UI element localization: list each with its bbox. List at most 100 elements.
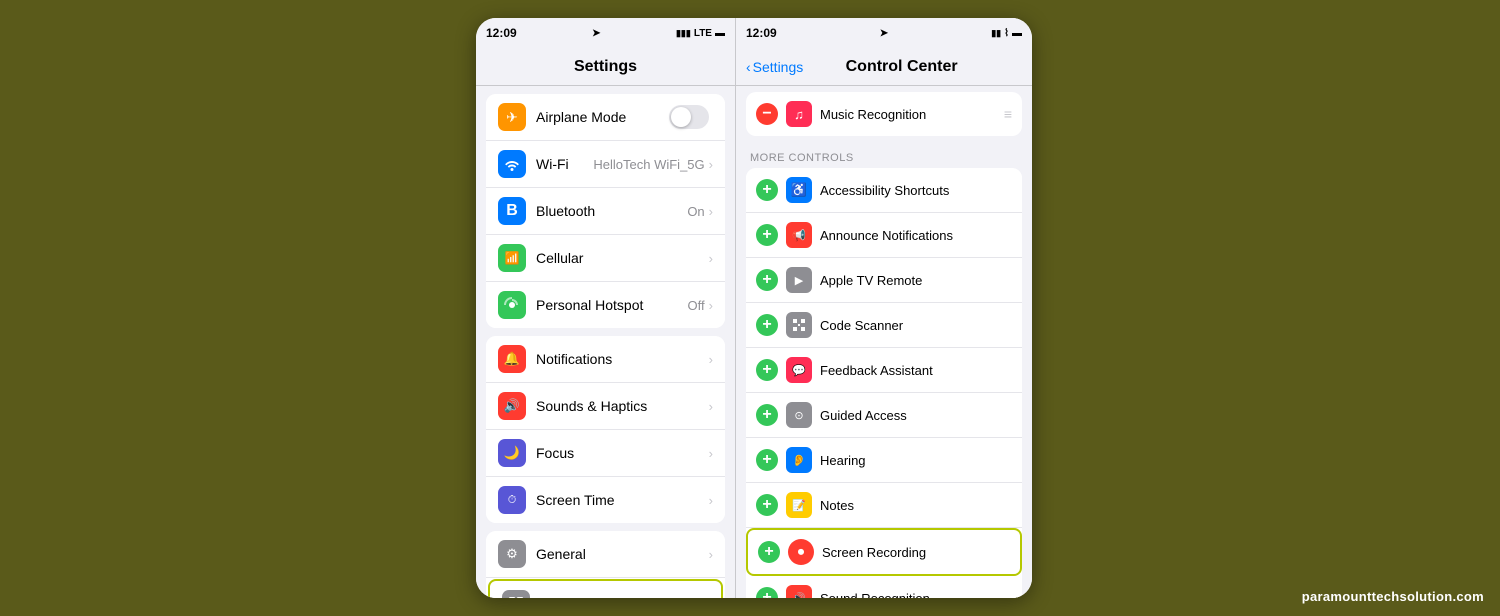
focus-item[interactable]: 🌙 Focus › [486, 430, 725, 477]
time-left: 12:09 [486, 26, 517, 40]
cellular-item[interactable]: 📶 Cellular › [486, 235, 725, 282]
screenrecording-add-btn[interactable]: + [758, 541, 780, 563]
included-section: − ♫ Music Recognition ≡ [746, 92, 1022, 136]
general-icon: ⚙ [498, 540, 526, 568]
codescanner-label: Code Scanner [820, 318, 1012, 333]
more-controls-header: MORE CONTROLS [746, 144, 1022, 168]
general-chevron: › [709, 547, 713, 562]
cellular-label: Cellular [536, 250, 709, 266]
focus-icon: 🌙 [498, 439, 526, 467]
time-right: 12:09 [746, 26, 777, 40]
screentime-item[interactable]: ⏱ Screen Time › [486, 477, 725, 523]
notifications-item[interactable]: 🔔 Notifications › [486, 336, 725, 383]
controlcenter-icon [502, 590, 530, 598]
hotspot-chevron: › [709, 298, 713, 313]
general-section: ⚙ General › Control Center [486, 531, 725, 598]
music-drag-handle[interactable]: ≡ [1004, 106, 1012, 122]
signal-icon: ▮▮▮ [676, 28, 691, 39]
codescanner-add-btn[interactable]: + [756, 314, 778, 336]
controlcenter-item[interactable]: Control Center › [488, 579, 723, 598]
airplane-mode-item[interactable]: ✈ Airplane Mode [486, 94, 725, 141]
music-label: Music Recognition [820, 107, 1004, 122]
screentime-chevron: › [709, 493, 713, 508]
sounds-icon: 🔊 [498, 392, 526, 420]
back-label: Settings [753, 59, 804, 75]
status-bar-left: 12:09 ➤ ▮▮▮ LTE ▬ [476, 18, 735, 48]
watermark: paramounttechsolution.com [1302, 589, 1484, 604]
accessibility-shortcuts-label: Accessibility Shortcuts [820, 183, 1012, 198]
music-remove-btn[interactable]: − [756, 103, 778, 125]
feedback-icon: 💬 [786, 357, 812, 383]
location-icon-right: ➤ [880, 28, 888, 39]
announce-item[interactable]: + 📢 Announce Notifications [746, 213, 1022, 258]
wifi-chevron: › [709, 157, 713, 172]
notes-add-btn[interactable]: + [756, 494, 778, 516]
sounds-chevron: › [709, 399, 713, 414]
airplane-icon: ✈ [498, 103, 526, 131]
airplane-toggle[interactable] [669, 105, 709, 129]
settings-list: ✈ Airplane Mode Wi-Fi HelloTech WiFi_5G … [476, 86, 735, 598]
focus-label: Focus [536, 445, 709, 461]
cellular-chevron: › [709, 251, 713, 266]
more-controls-section: + ♿ Accessibility Shortcuts + 📢 Announce… [746, 168, 1022, 598]
guided-label: Guided Access [820, 408, 1012, 423]
back-button[interactable]: ‹ Settings [746, 59, 803, 75]
location-icon: ➤ [592, 28, 600, 39]
notes-item[interactable]: + 📝 Notes [746, 483, 1022, 528]
bluetooth-item[interactable]: B Bluetooth On › [486, 188, 725, 235]
hearing-label: Hearing [820, 453, 1012, 468]
general-label: General [536, 546, 709, 562]
music-icon: ♫ [786, 101, 812, 127]
codescanner-icon [786, 312, 812, 338]
codescanner-item[interactable]: + Code Scanner [746, 303, 1022, 348]
accessibility-shortcuts-item[interactable]: + ♿ Accessibility Shortcuts [746, 168, 1022, 213]
battery-icon-right: ▬ [1012, 28, 1022, 39]
guided-icon: ⊙ [786, 402, 812, 428]
hearing-add-btn[interactable]: + [756, 449, 778, 471]
appletv-label: Apple TV Remote [820, 273, 1012, 288]
notifications-chevron: › [709, 352, 713, 367]
notifications-section: 🔔 Notifications › 🔊 Sounds & Haptics › 🌙… [486, 336, 725, 523]
feedback-label: Feedback Assistant [820, 363, 1012, 378]
signal-icon-right: ▮▮ [991, 28, 1001, 39]
focus-chevron: › [709, 446, 713, 461]
guided-item[interactable]: + ⊙ Guided Access [746, 393, 1022, 438]
screentime-icon: ⏱ [498, 486, 526, 514]
settings-title: Settings [574, 58, 637, 76]
bluetooth-chevron: › [709, 204, 713, 219]
soundrecognition-add-btn[interactable]: + [756, 587, 778, 598]
wifi-label: Wi-Fi [536, 156, 593, 172]
battery-icon: ▬ [715, 28, 725, 39]
announce-add-btn[interactable]: + [756, 224, 778, 246]
screenrecording-item[interactable]: + ⏺ Screen Recording [746, 528, 1022, 576]
soundrecognition-label: Sound Recognition [820, 591, 1012, 599]
bluetooth-icon: B [498, 197, 526, 225]
network-type: LTE [694, 28, 712, 39]
hotspot-value: Off [688, 298, 705, 313]
accessibility-add-btn[interactable]: + [756, 179, 778, 201]
music-recognition-item[interactable]: − ♫ Music Recognition ≡ [746, 92, 1022, 136]
status-icons-right: ▮▮ ⌇ ▬ [991, 28, 1022, 39]
general-item[interactable]: ⚙ General › [486, 531, 725, 578]
control-center-title: Control Center [811, 58, 992, 76]
screentime-label: Screen Time [536, 492, 709, 508]
status-icons-left: ▮▮▮ LTE ▬ [676, 28, 725, 39]
hotspot-item[interactable]: Personal Hotspot Off › [486, 282, 725, 328]
guided-add-btn[interactable]: + [756, 404, 778, 426]
soundrecognition-icon: 🔊 [786, 585, 812, 598]
status-bar-right: 12:09 ➤ ▮▮ ⌇ ▬ [736, 18, 1032, 48]
wifi-value: HelloTech WiFi_5G [593, 157, 704, 172]
sounds-item[interactable]: 🔊 Sounds & Haptics › [486, 383, 725, 430]
control-list: − ♫ Music Recognition ≡ MORE CONTROLS + … [736, 86, 1032, 598]
feedback-add-btn[interactable]: + [756, 359, 778, 381]
feedback-item[interactable]: + 💬 Feedback Assistant [746, 348, 1022, 393]
appletv-item[interactable]: + ▶ Apple TV Remote [746, 258, 1022, 303]
hearing-item[interactable]: + 👂 Hearing [746, 438, 1022, 483]
soundrecognition-item[interactable]: + 🔊 Sound Recognition [746, 576, 1022, 598]
appletv-add-btn[interactable]: + [756, 269, 778, 291]
settings-title-bar: Settings [476, 48, 735, 86]
announce-label: Announce Notifications [820, 228, 1012, 243]
notes-icon: 📝 [786, 492, 812, 518]
wifi-item[interactable]: Wi-Fi HelloTech WiFi_5G › [486, 141, 725, 188]
control-panel: 12:09 ➤ ▮▮ ⌇ ▬ ‹ Settings Control Center… [736, 18, 1032, 598]
